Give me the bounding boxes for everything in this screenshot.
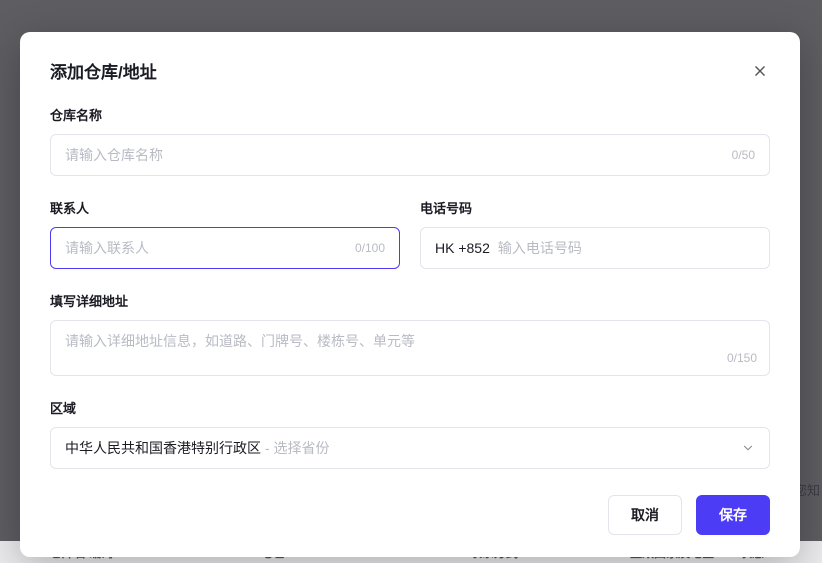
region-select-text: 中华人民共和国香港特别行政区 - 选择省份 bbox=[65, 438, 329, 458]
warehouse-name-label: 仓库名称 bbox=[50, 105, 770, 124]
modal-header: 添加仓库/地址 bbox=[50, 58, 770, 83]
region-field: 区域 中华人民共和国香港特别行政区 - 选择省份 bbox=[50, 398, 770, 469]
contact-counter: 0/100 bbox=[355, 241, 385, 255]
address-input-wrap[interactable]: 0/150 bbox=[50, 320, 770, 376]
address-counter: 0/150 bbox=[727, 351, 757, 365]
warehouse-name-input[interactable] bbox=[65, 147, 724, 163]
region-value: 中华人民共和国香港特别行政区 bbox=[65, 440, 261, 456]
save-button[interactable]: 保存 bbox=[696, 495, 770, 535]
region-label: 区域 bbox=[50, 398, 770, 417]
warehouse-name-counter: 0/50 bbox=[732, 148, 755, 162]
close-icon bbox=[753, 64, 767, 78]
phone-label: 电话号码 bbox=[420, 198, 770, 217]
phone-field: 电话号码 HK +852 bbox=[420, 198, 770, 269]
address-field: 填写详细地址 0/150 bbox=[50, 291, 770, 376]
address-input[interactable] bbox=[65, 333, 755, 349]
address-label: 填写详细地址 bbox=[50, 291, 770, 310]
contact-label: 联系人 bbox=[50, 198, 400, 217]
region-placeholder: 选择省份 bbox=[273, 440, 329, 456]
contact-field: 联系人 0/100 bbox=[50, 198, 400, 269]
add-warehouse-modal: 添加仓库/地址 仓库名称 0/50 联系人 0/100 电话号码 HK +852 bbox=[20, 32, 800, 557]
phone-input[interactable] bbox=[498, 240, 755, 256]
region-separator: - bbox=[261, 440, 273, 456]
modal-footer: 取消 保存 bbox=[50, 495, 770, 535]
region-select[interactable]: 中华人民共和国香港特别行政区 - 选择省份 bbox=[50, 427, 770, 469]
phone-prefix[interactable]: HK +852 bbox=[435, 240, 490, 256]
contact-input[interactable] bbox=[65, 240, 347, 256]
cancel-button[interactable]: 取消 bbox=[608, 495, 682, 535]
chevron-down-icon bbox=[741, 441, 755, 455]
warehouse-name-input-wrap[interactable]: 0/50 bbox=[50, 134, 770, 176]
warehouse-name-field: 仓库名称 0/50 bbox=[50, 105, 770, 176]
phone-input-wrap[interactable]: HK +852 bbox=[420, 227, 770, 269]
close-button[interactable] bbox=[750, 61, 770, 81]
contact-input-wrap[interactable]: 0/100 bbox=[50, 227, 400, 269]
modal-title: 添加仓库/地址 bbox=[50, 58, 157, 83]
